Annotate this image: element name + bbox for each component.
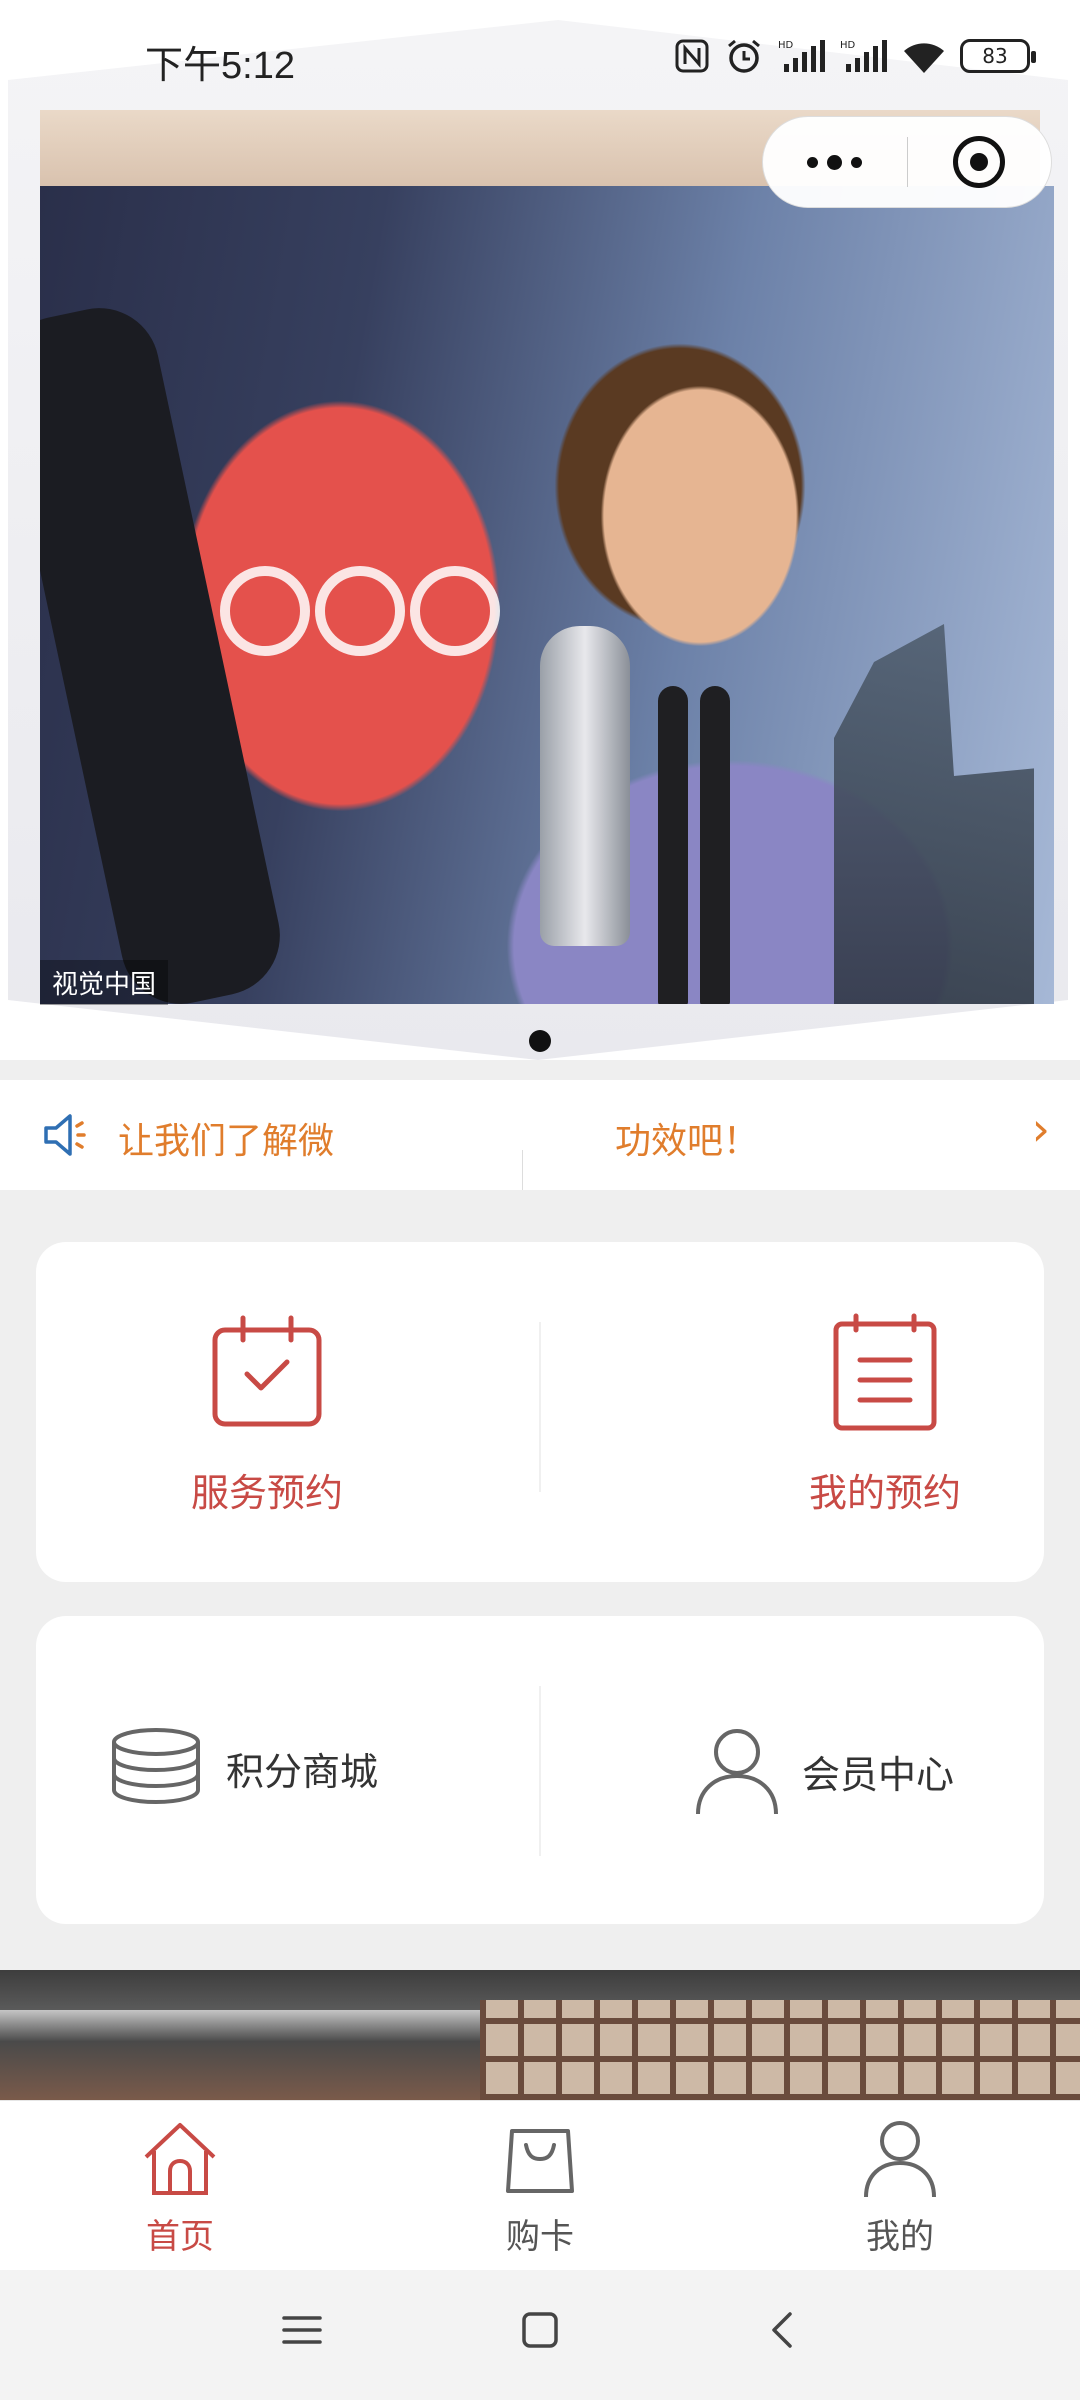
alarm-icon xyxy=(728,39,760,73)
promo-image[interactable] xyxy=(0,1970,1080,2100)
building-shape xyxy=(834,624,1034,1004)
more-dots-icon[interactable] xyxy=(763,154,907,170)
status-icons: HD HD 83 xyxy=(674,36,1036,76)
tab-mine-label: 我的 xyxy=(866,2217,934,2257)
speaker-icon xyxy=(44,1114,86,1156)
trophy-shape xyxy=(540,626,630,946)
notice-text: 功效吧！ xyxy=(615,1121,760,1162)
points-mall-label: 积分商城 xyxy=(226,1749,379,1794)
notice-divider xyxy=(522,1150,523,1190)
service-booking-button[interactable]: 服务预约 xyxy=(142,1312,392,1517)
chevron-right-icon[interactable]: › xyxy=(1032,1102,1050,1156)
status-bar: 下午5:12 HD HD 83 xyxy=(0,0,1080,120)
nfc-icon xyxy=(675,39,709,73)
coins-stack-icon xyxy=(112,1728,200,1805)
microphone-shape xyxy=(700,686,730,1004)
carousel-indicator xyxy=(529,1030,551,1052)
status-time: 下午5:12 xyxy=(145,45,295,87)
banner-image[interactable] xyxy=(40,186,1054,1004)
tab-buy-card-label: 购卡 xyxy=(506,2217,574,2257)
tab-home[interactable]: 首页 xyxy=(100,2119,260,2258)
lattice-window-shape xyxy=(480,2000,1080,2100)
menu-icon[interactable] xyxy=(282,2310,322,2350)
shopping-bag-icon xyxy=(506,2129,574,2193)
miniprogram-capsule xyxy=(762,116,1052,208)
user-icon xyxy=(864,2121,936,2198)
target-close-icon[interactable] xyxy=(908,136,1052,188)
points-mall-button[interactable]: 积分商城 xyxy=(108,1726,378,1810)
signal-hd-icon: HD xyxy=(778,40,825,72)
home-square-icon[interactable] xyxy=(520,2310,560,2350)
card-divider xyxy=(539,1686,541,1856)
shortcut-card: 积分商城 会员中心 xyxy=(36,1616,1044,1924)
notice-bar[interactable]: 让我们了解微 功效吧！ › xyxy=(0,1080,1080,1190)
clipboard-list-icon xyxy=(833,1313,937,1431)
tab-home-label: 首页 xyxy=(146,2217,214,2257)
home-icon xyxy=(144,2123,216,2195)
back-icon[interactable] xyxy=(762,2310,802,2350)
system-nav-bar xyxy=(0,2270,1080,2400)
my-booking-button[interactable]: 我的预约 xyxy=(760,1312,1010,1517)
svg-text:HD: HD xyxy=(778,40,794,51)
battery-icon: 83 xyxy=(960,39,1036,73)
calendar-check-icon xyxy=(212,1315,322,1427)
signal-hd-icon: HD xyxy=(840,40,887,72)
member-center-label: 会员中心 xyxy=(802,1752,955,1797)
wifi-icon xyxy=(904,43,944,73)
user-icon xyxy=(696,1729,778,1815)
member-center-button[interactable]: 会员中心 xyxy=(694,1726,954,1816)
tab-bar: 首页 购卡 我的 xyxy=(0,2100,1080,2270)
svg-text:HD: HD xyxy=(840,40,856,51)
tab-mine[interactable]: 我的 xyxy=(820,2119,980,2258)
service-booking-label: 服务预约 xyxy=(190,1471,343,1515)
image-credit: 视觉中国 xyxy=(40,960,169,1005)
notice-text: 让我们了解微 xyxy=(118,1121,335,1162)
olympic-rings-shape xyxy=(220,566,500,676)
tab-buy-card[interactable]: 购卡 xyxy=(460,2119,620,2258)
my-booking-label: 我的预约 xyxy=(808,1471,961,1515)
service-card: 服务预约 我的预约 xyxy=(36,1242,1044,1582)
microphone-shape xyxy=(658,686,688,1004)
card-divider xyxy=(539,1322,541,1492)
